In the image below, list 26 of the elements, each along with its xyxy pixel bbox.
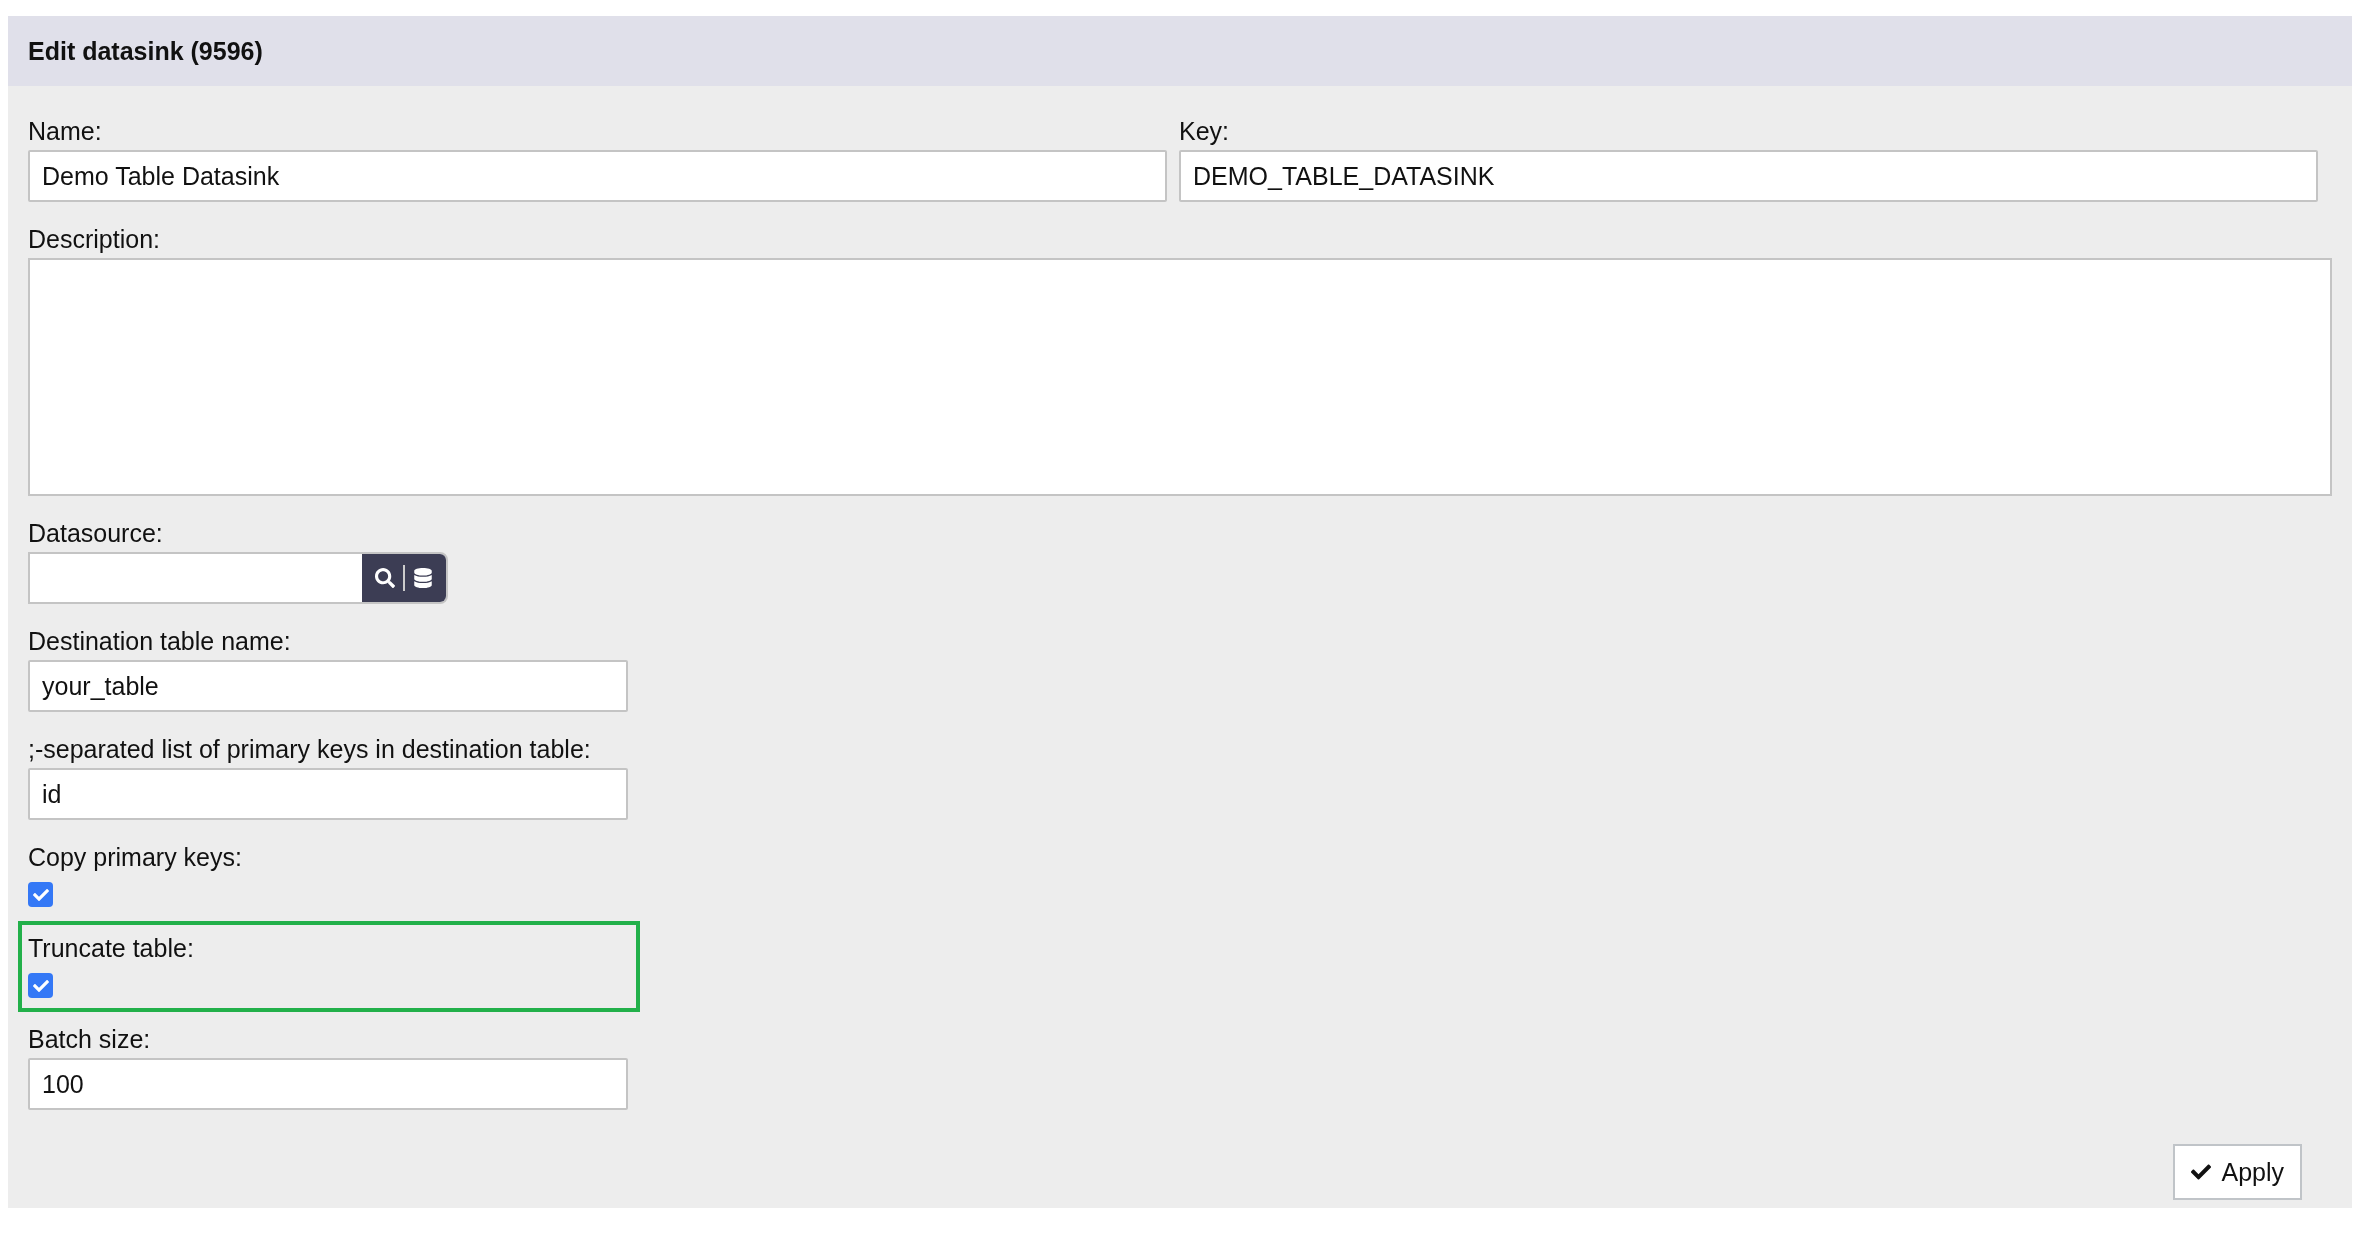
field-label: Copy primary keys: [28, 842, 242, 873]
check-icon [32, 886, 49, 903]
field-label: Truncate table: [28, 933, 194, 964]
text-field[interactable]: id [28, 768, 628, 820]
description-field[interactable] [28, 258, 2332, 496]
field-label: Description: [28, 224, 160, 255]
field-label: Key: [1179, 116, 1230, 147]
lookup-button[interactable] [362, 554, 446, 602]
field-label: Name: [28, 116, 102, 147]
field-label: Datasource: [28, 518, 163, 549]
check-icon [2191, 1162, 2212, 1182]
database-icon [413, 568, 433, 588]
text-field[interactable]: your_table [28, 660, 628, 712]
text-field[interactable]: DEMO_TABLE_DATASINK [1179, 150, 2318, 202]
panel-title: Edit datasink (9596) [8, 16, 2352, 86]
text-field[interactable]: 100 [28, 1058, 628, 1110]
datasource-field[interactable] [28, 552, 448, 604]
apply-button[interactable]: Apply [2173, 1144, 2302, 1200]
search-icon [375, 568, 395, 588]
field-label: Batch size: [28, 1024, 151, 1055]
check-icon [32, 977, 49, 994]
text-field[interactable]: Demo Table Datasink [28, 150, 1167, 202]
checkbox[interactable] [28, 973, 53, 998]
field-label: Destination table name: [28, 626, 291, 657]
checkbox[interactable] [28, 882, 53, 907]
field-label: ;-separated list of primary keys in destination table: [28, 734, 591, 765]
